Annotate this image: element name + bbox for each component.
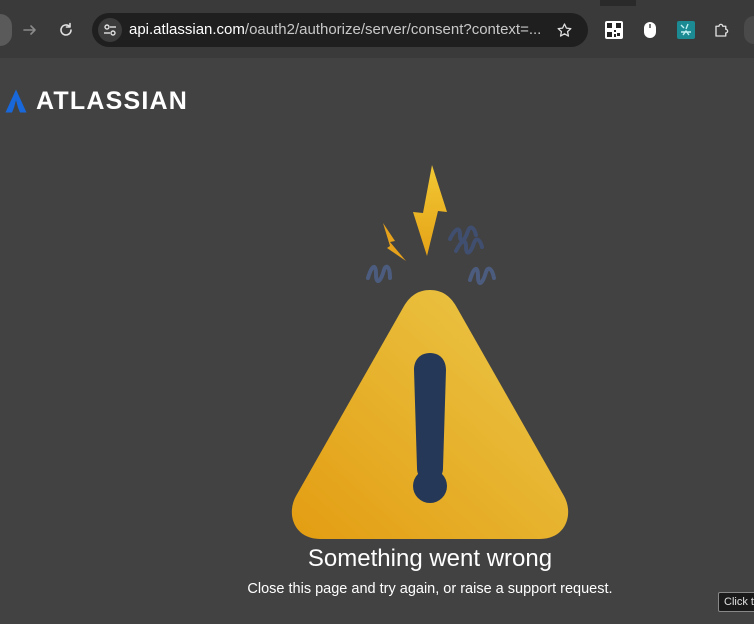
warning-triangle-icon <box>291 165 569 539</box>
forward-arrow-icon <box>23 25 36 35</box>
teal-extension-icon <box>677 21 695 39</box>
extension-qr-button[interactable] <box>603 19 625 41</box>
browser-toolbar: api.atlassian.com/oauth2/authorize/serve… <box>0 0 754 58</box>
tooltip: Click t <box>718 592 754 612</box>
scribble-mark <box>366 264 392 283</box>
tab-strip <box>0 0 754 6</box>
extensions-menu-button[interactable] <box>711 19 733 41</box>
address-bar[interactable]: api.atlassian.com/oauth2/authorize/serve… <box>92 13 588 47</box>
site-info-button[interactable] <box>98 18 122 42</box>
back-button[interactable] <box>0 14 12 46</box>
atlassian-wordmark: ATLASSIAN <box>36 86 188 115</box>
extension-teal-button[interactable] <box>675 19 697 41</box>
large-lightning-bolt <box>413 165 447 256</box>
profile-button[interactable] <box>744 16 754 44</box>
url-host: api.atlassian.com <box>129 21 245 38</box>
url-text[interactable]: api.atlassian.com/oauth2/authorize/serve… <box>129 21 541 38</box>
bookmark-button[interactable] <box>552 18 576 42</box>
star-icon <box>556 22 572 37</box>
error-title: Something went wrong <box>307 545 553 572</box>
forward-button[interactable] <box>18 18 42 42</box>
atlassian-logo: ATLASSIAN <box>5 86 188 115</box>
extension-mouse-button[interactable] <box>639 19 661 41</box>
exclamation-stroke <box>414 353 446 481</box>
puzzle-icon <box>715 23 729 37</box>
reload-icon <box>60 22 72 36</box>
mouse-icon <box>644 22 656 38</box>
error-message: Close this page and try again, or raise … <box>247 581 613 597</box>
atlassian-mark-icon <box>5 89 27 113</box>
small-lightning-bolt <box>383 223 406 261</box>
other-tab[interactable] <box>636 0 754 6</box>
scribble-mark <box>448 225 484 255</box>
tune-icon <box>104 24 116 36</box>
url-path: /oauth2/authorize/server/consent?context… <box>244 21 542 38</box>
scribble-mark <box>468 266 496 285</box>
active-tab[interactable] <box>0 0 600 6</box>
exclamation-dot <box>413 469 447 503</box>
reload-button[interactable] <box>54 18 78 42</box>
qr-code-icon <box>605 21 623 39</box>
